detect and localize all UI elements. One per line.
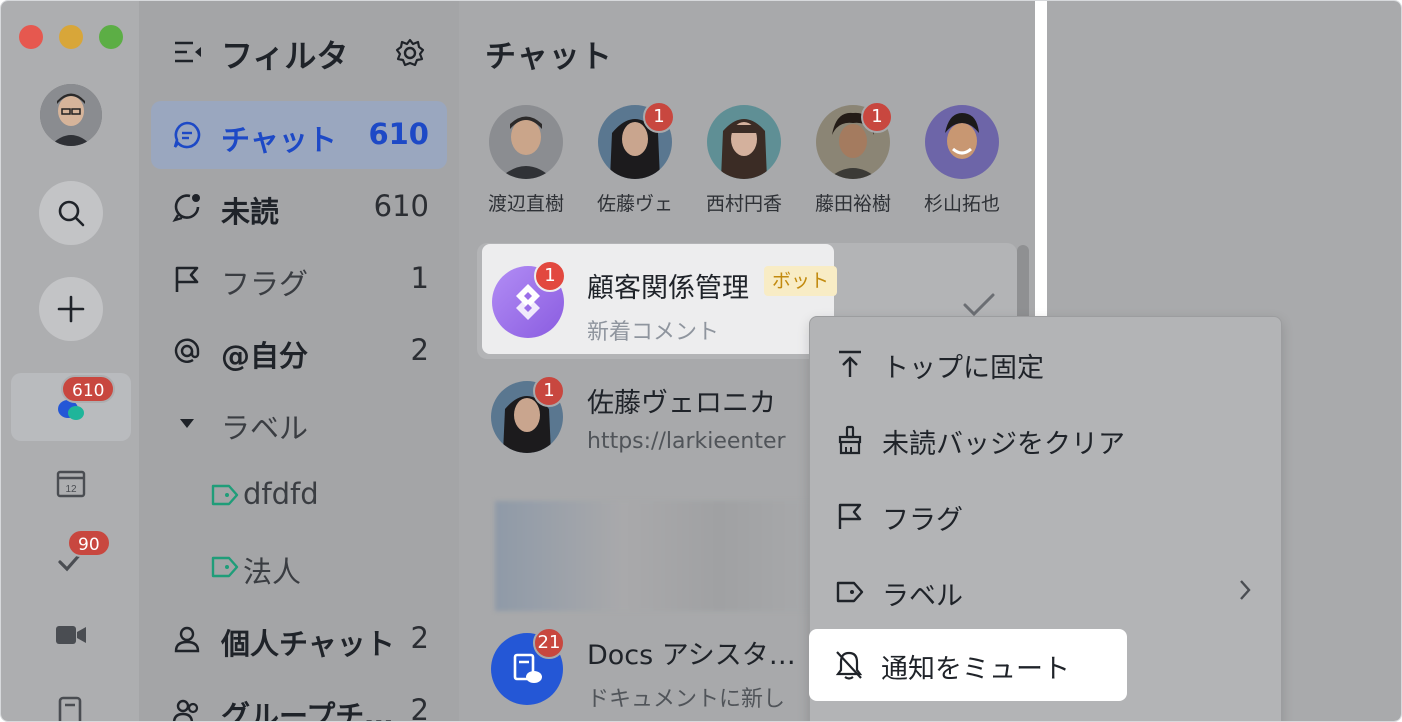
label-icon (834, 576, 866, 608)
chat-item-title: Docs アシスタ… (587, 640, 796, 671)
menu-item-mute[interactable]: 通知をミュート (809, 629, 1127, 701)
menu-item-label: 未読バッジをクリア (882, 429, 1125, 460)
unread-icon (171, 191, 203, 223)
filter-panel: フィルタ チャット 610 未読 610 フラグ 1 @自分 2 ラベル dfd… (139, 1, 459, 722)
filter-title: フィルタ (221, 37, 349, 75)
chat-item-crm-bot[interactable]: 1 顧客関係管理 ボット 新着コメント (482, 244, 838, 354)
search-icon (58, 200, 85, 227)
filter-item-count: 2 (410, 693, 429, 722)
pinned-contact[interactable]: 佐藤ヴェ 1 (585, 101, 685, 216)
filter-item-label: 個人チャット (221, 627, 395, 661)
menu-item-label: トップに固定 (882, 353, 1044, 384)
pinned-contact[interactable]: 渡辺直樹 (476, 105, 576, 216)
chat-item-preview: 新着コメント (587, 320, 720, 345)
bell-off-icon (833, 649, 865, 681)
search-button[interactable] (39, 181, 103, 245)
filter-item-flag[interactable]: フラグ 1 (151, 245, 447, 313)
avatar (707, 105, 781, 179)
left-rail: 610 12 90 (1, 1, 139, 721)
filter-item-count: 2 (410, 621, 429, 655)
menu-item-label-text: ラベル (882, 581, 963, 612)
window-zoom-button[interactable] (99, 25, 123, 49)
filter-item-label: グループチ… (221, 699, 394, 722)
chat-item-preview: https://larkieenter (587, 429, 786, 454)
filter-item-label: チャット (221, 123, 337, 157)
unread-badge: 1 (643, 101, 675, 133)
pinned-contact[interactable]: 藤田裕樹 1 (803, 101, 903, 216)
filter-item-count: 610 (368, 117, 429, 151)
pinned-contact-name: 杉山拓也 (923, 193, 1000, 215)
filter-item-unread[interactable]: 未読 610 (151, 173, 447, 241)
avatar (925, 105, 999, 179)
filter-item-label-corp[interactable]: 法人 (151, 533, 447, 601)
filter-item-count: 610 (373, 189, 429, 223)
avatar (489, 105, 563, 179)
chat-bubble-icon (171, 119, 203, 151)
menu-item-flag[interactable]: フラグ (810, 485, 1283, 547)
calendar-icon[interactable]: 12 (53, 465, 89, 501)
user-avatar[interactable] (40, 84, 102, 146)
create-button[interactable] (39, 277, 103, 341)
app-window: 610 12 90 フィルタ チャット 610 未読 610 フラグ 1 @自分… (0, 0, 1402, 722)
chat-item-title: 顧客関係管理 (587, 273, 749, 304)
filter-item-label: dfdfd (243, 477, 319, 511)
video-icon[interactable] (53, 617, 89, 653)
at-icon (171, 335, 203, 367)
pinned-contact-name: 藤田裕樹 (814, 193, 891, 215)
pinned-contact-name: 西村円香 (705, 193, 782, 215)
blurred-chat-item (495, 501, 815, 611)
todo-badge: 90 (67, 529, 111, 557)
flag-icon (834, 500, 866, 532)
pinned-contact[interactable]: 杉山拓也 (912, 105, 1012, 216)
plus-icon (57, 295, 85, 323)
docs-icon[interactable] (53, 693, 89, 721)
messenger-badge: 610 (61, 375, 116, 403)
bot-tag: ボット (764, 266, 838, 296)
window-close-button[interactable] (19, 25, 43, 49)
filter-item-label: ラベル (221, 411, 309, 445)
filter-item-label: 未読 (221, 195, 280, 229)
chat-title: チャット (485, 39, 613, 75)
gear-icon[interactable] (394, 37, 426, 73)
pinned-contact-name: 渡辺直樹 (487, 193, 564, 215)
chevron-right-icon (1237, 577, 1253, 607)
menu-item-pin-top[interactable]: トップに固定 (810, 333, 1283, 395)
filter-item-count: 1 (410, 261, 429, 295)
filter-item-group[interactable]: グループチ… 2 (151, 677, 447, 722)
menu-item-label[interactable]: ラベル (810, 561, 1283, 623)
caret-down-icon (171, 407, 203, 439)
filter-item-personal[interactable]: 個人チャット 2 (151, 605, 447, 673)
unread-badge: 1 (534, 260, 566, 292)
collapse-sidebar-icon[interactable] (173, 39, 203, 69)
pin-top-icon (834, 348, 866, 380)
filter-item-label-dfdfd[interactable]: dfdfd (151, 461, 447, 529)
filter-item-label: @自分 (221, 339, 309, 373)
filter-item-mentions[interactable]: @自分 2 (151, 317, 447, 385)
filter-item-label: フラグ (221, 267, 309, 301)
menu-item-clear-badge[interactable]: 未読バッジをクリア (810, 409, 1283, 471)
filter-item-chat[interactable]: チャット 610 (151, 101, 447, 169)
unread-badge: 1 (861, 101, 893, 133)
flag-icon (171, 263, 203, 295)
chat-item-title: 佐藤ヴェロニカ (587, 388, 776, 419)
label-tag-icon (209, 479, 241, 511)
unread-badge: 21 (533, 627, 565, 659)
chat-item-preview: ドキュメントに新し (587, 687, 786, 712)
pinned-contact[interactable]: 西村円香 (694, 105, 794, 216)
unread-badge: 1 (533, 375, 565, 407)
filter-item-labels[interactable]: ラベル (151, 389, 447, 457)
filter-item-count: 2 (410, 333, 429, 367)
brush-icon (834, 424, 866, 456)
pinned-contact-name: 佐藤ヴェ (596, 193, 673, 215)
group-icon (171, 695, 203, 721)
window-minimize-button[interactable] (59, 25, 83, 49)
label-tag-icon (209, 551, 241, 583)
menu-item-label: フラグ (882, 505, 963, 536)
filter-item-label: 法人 (243, 555, 302, 589)
person-icon (171, 623, 203, 655)
svg-text:12: 12 (65, 484, 77, 495)
menu-item-label: 通知をミュート (881, 654, 1070, 685)
